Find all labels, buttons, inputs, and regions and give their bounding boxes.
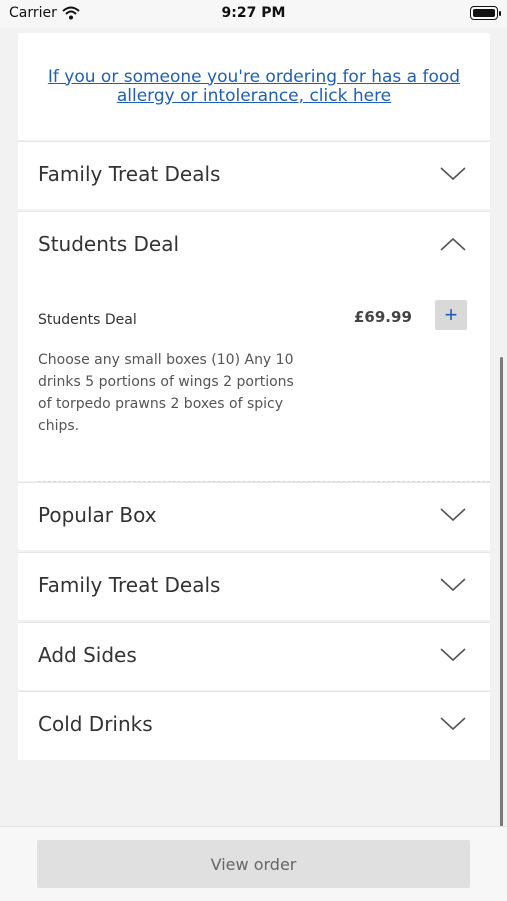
section-title: Cold Drinks bbox=[38, 712, 153, 736]
menu-item-name: Students Deal bbox=[38, 312, 137, 328]
clock: 9:27 PM bbox=[221, 5, 286, 21]
footer-bar: View order bbox=[0, 826, 507, 901]
menu-item-description: Choose any small boxes (10) Any 10 drink… bbox=[38, 352, 294, 434]
section-family-treat-deals[interactable]: Family Treat Deals bbox=[18, 141, 490, 209]
add-item-button[interactable]: + bbox=[435, 300, 467, 330]
battery-icon bbox=[470, 6, 501, 20]
view-order-button[interactable]: View order bbox=[37, 840, 470, 888]
section-cold-drinks[interactable]: Cold Drinks bbox=[18, 691, 490, 760]
chevron-down-icon[interactable] bbox=[440, 716, 466, 736]
status-bar: Carrier 9:27 PM bbox=[0, 0, 507, 28]
allergy-info-link[interactable]: If you or someone you're ordering for ha… bbox=[42, 67, 466, 106]
section-family-treat-deals-2[interactable]: Family Treat Deals bbox=[18, 552, 490, 620]
section-popular-box[interactable]: Popular Box bbox=[18, 482, 490, 550]
allergy-notice-card: If you or someone you're ordering for ha… bbox=[18, 33, 490, 140]
chevron-down-icon[interactable] bbox=[440, 577, 466, 597]
section-title[interactable]: Students Deal bbox=[38, 232, 179, 256]
section-title: Family Treat Deals bbox=[38, 573, 221, 597]
chevron-up-icon[interactable] bbox=[440, 236, 466, 256]
section-title: Add Sides bbox=[38, 643, 137, 667]
chevron-down-icon[interactable] bbox=[440, 166, 466, 186]
chevron-down-icon[interactable] bbox=[440, 507, 466, 527]
section-title: Family Treat Deals bbox=[38, 162, 221, 186]
scrollbar-thumb[interactable] bbox=[500, 357, 503, 897]
chevron-down-icon[interactable] bbox=[440, 647, 466, 667]
section-add-sides[interactable]: Add Sides bbox=[18, 622, 490, 690]
menu-item-price: £69.99 bbox=[354, 308, 412, 326]
section-title: Popular Box bbox=[38, 503, 157, 527]
section-students-deal: Students Deal Students Deal £69.99 + Cho… bbox=[18, 211, 490, 482]
